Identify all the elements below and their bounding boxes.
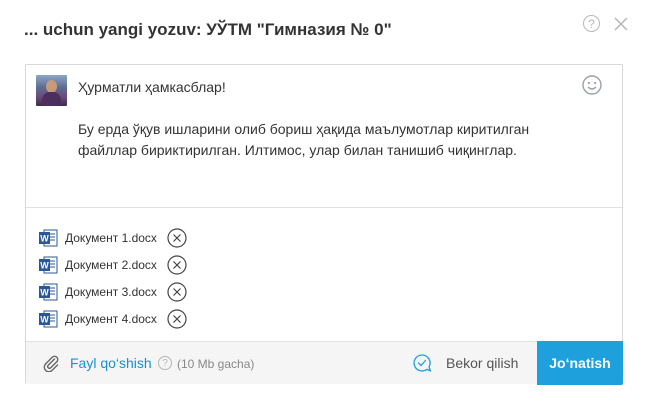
word-icon: W [39,310,58,327]
attachment-name[interactable]: Документ 2.docx [65,258,167,272]
avatar-body [42,92,61,106]
new-post-dialog: ... uchun yangi yozuv: УЎТМ "Гимназия № … [0,0,646,415]
smiley-icon[interactable] [582,75,602,95]
paperclip-icon[interactable] [42,354,60,372]
file-size-hint: (10 Mb gacha) [177,357,255,371]
attachment-item: W Документ 2.docx [38,251,187,278]
remove-attachment-icon[interactable] [167,308,187,329]
svg-text:W: W [40,314,49,324]
close-icon[interactable] [613,16,629,32]
svg-text:W: W [40,287,49,297]
remove-attachment-icon[interactable] [167,254,187,275]
remove-attachment-icon[interactable] [167,281,187,302]
word-icon: W [39,283,58,300]
attachment-name[interactable]: Документ 4.docx [65,312,167,326]
message-greeting: Ҳурматли ҳамкасблар! [78,79,226,95]
remove-attachment-icon[interactable] [167,227,187,248]
svg-text:W: W [40,233,49,243]
speech-bubble-check-icon[interactable] [412,353,432,373]
divider [26,207,622,208]
message-body: Бу ерда ўқув ишларини олиб бориш ҳақида … [78,121,530,158]
add-file-link[interactable]: Fayl qo‘shish [70,355,152,371]
svg-text:W: W [40,260,49,270]
word-icon: W [39,256,58,273]
attachment-list: W Документ 1.docx W Документ 2.docx W До… [38,224,187,332]
attachment-item: W Документ 1.docx [38,224,187,251]
attachment-item: W Документ 4.docx [38,305,187,332]
help-icon[interactable]: ? [583,15,600,32]
attachment-name[interactable]: Документ 1.docx [65,231,167,245]
compose-footer: Fayl qo‘shish ? (10 Mb gacha) Bekor qili… [26,341,623,385]
avatar [36,75,67,106]
attachment-item: W Документ 3.docx [38,278,187,305]
compose-box: Ҳурматли ҳамкасблар! Бу ерда ўқув ишлари… [25,64,623,385]
word-icon: W [39,229,58,246]
cancel-button[interactable]: Bekor qilish [446,355,518,371]
message-textarea[interactable]: Ҳурматли ҳамкасблар! Бу ерда ўқув ишлари… [78,77,578,161]
dialog-title: ... uchun yangi yozuv: УЎТМ "Гимназия № … [24,20,392,39]
send-button[interactable]: Jo‘natish [537,341,623,385]
info-icon[interactable]: ? [158,356,172,370]
attachment-name[interactable]: Документ 3.docx [65,285,167,299]
